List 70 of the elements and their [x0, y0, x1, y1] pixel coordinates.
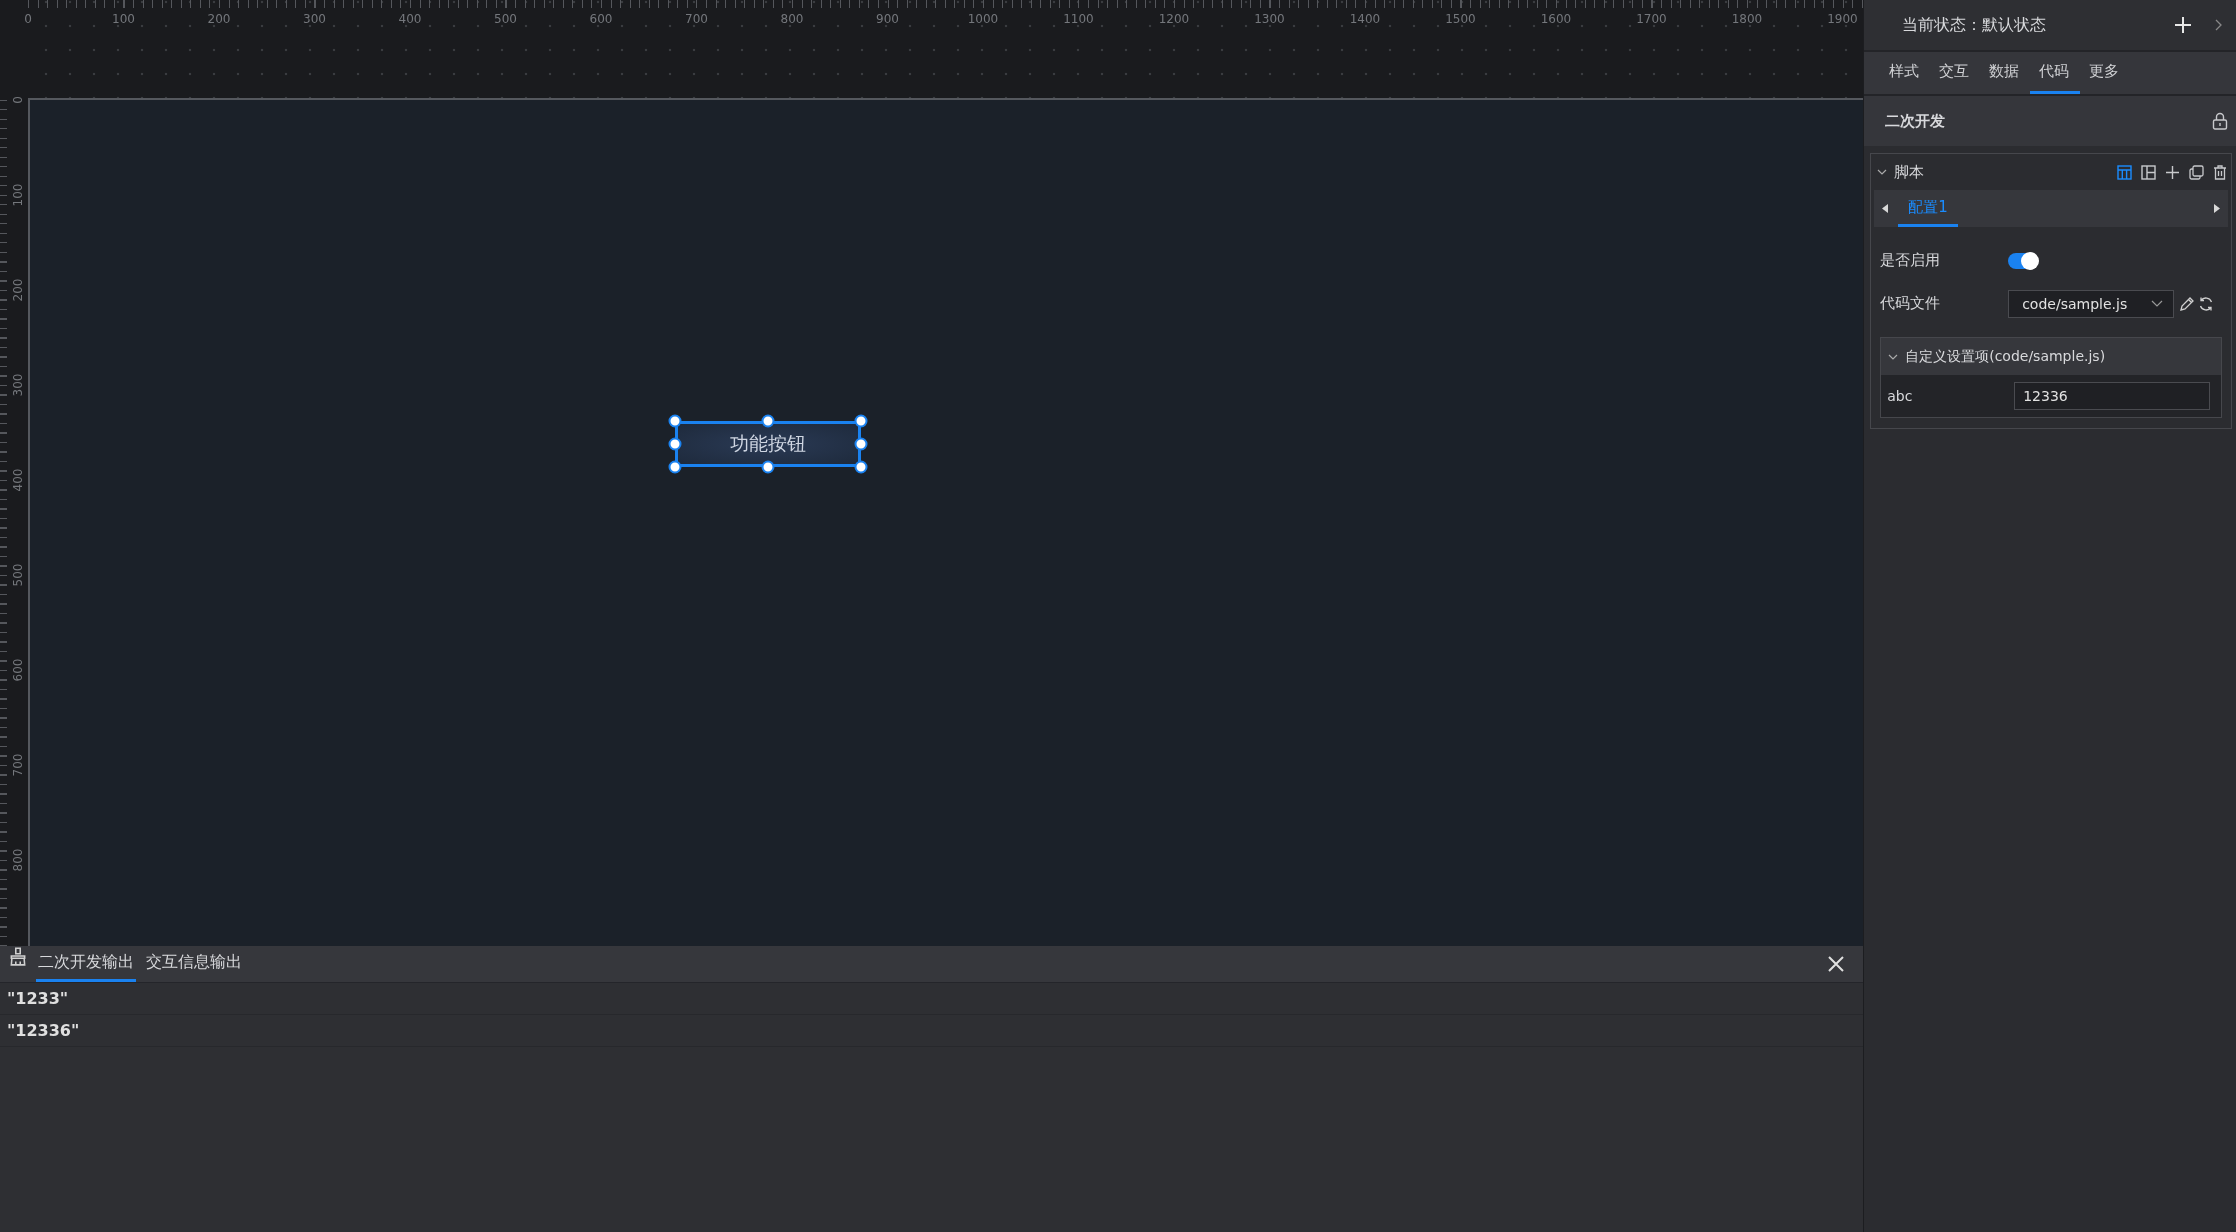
inspector-tab[interactable]: 更多 — [2080, 52, 2131, 94]
ruler-label: 1100 — [1063, 12, 1094, 26]
state-label: 当前状态：默认状态 — [1902, 14, 2048, 36]
table-layout-icon[interactable] — [2117, 164, 2132, 180]
ruler-label: 300 — [11, 373, 25, 397]
ruler-label: 700 — [685, 12, 708, 26]
ruler-label: 1600 — [1540, 12, 1572, 26]
section-title: 二次开发 — [1885, 111, 1946, 131]
copy-icon[interactable] — [2189, 164, 2204, 180]
ruler-label: 100 — [11, 183, 25, 207]
add-icon[interactable] — [2174, 16, 2192, 34]
ruler-label: 400 — [11, 468, 25, 492]
output-tab[interactable]: 交互信息输出 — [144, 946, 244, 982]
ruler-label: 200 — [11, 278, 25, 302]
trash-icon[interactable] — [2213, 164, 2227, 180]
input-field[interactable]: 12336 — [2014, 382, 2211, 410]
ruler-label: 100 — [112, 12, 135, 26]
resize-handle[interactable] — [854, 414, 868, 428]
panel-layout-icon[interactable] — [2141, 164, 2156, 180]
ruler-label: 1700 — [1636, 12, 1667, 26]
ruler-label: 1800 — [1731, 12, 1763, 26]
ruler-label: 200 — [207, 12, 231, 26]
scroll-left-icon[interactable] — [1882, 204, 1889, 213]
ruler-label: 900 — [876, 12, 899, 26]
ruler-label: 500 — [494, 12, 517, 26]
inspector-tab[interactable]: 数据 — [1980, 52, 2031, 94]
refresh-icon[interactable] — [2198, 295, 2215, 312]
ruler-label: 600 — [589, 12, 613, 26]
ruler-label: 600 — [11, 658, 25, 682]
scroll-right-icon[interactable] — [2214, 204, 2220, 213]
resize-handle[interactable] — [761, 414, 775, 428]
ruler-label: 1000 — [967, 12, 999, 26]
close-button[interactable] — [1827, 955, 1846, 973]
ruler-label: 1900 — [1827, 12, 1858, 26]
log-line: "12336" — [7, 1021, 80, 1040]
ruler-label: 1400 — [1349, 12, 1381, 26]
output-tab[interactable]: 二次开发输出 — [36, 946, 136, 982]
resize-handle[interactable] — [668, 414, 682, 428]
field-label: abc — [1887, 388, 1914, 404]
ruler-label: 0 — [24, 12, 32, 26]
ruler-label: 700 — [11, 753, 25, 777]
resize-handle[interactable] — [854, 460, 868, 474]
ruler-label: 0 — [11, 96, 25, 104]
ruler-label: 400 — [398, 12, 422, 26]
resize-handle[interactable] — [668, 460, 682, 474]
function-button[interactable]: 功能按钮 — [675, 421, 861, 467]
code-file-dropdown[interactable]: code/sample.js — [2008, 289, 2175, 318]
brush-icon[interactable] — [8, 946, 28, 966]
chevron-down-icon[interactable] — [2151, 299, 2164, 308]
field-label: 是否启用 — [1880, 251, 1942, 270]
resize-handle[interactable] — [668, 437, 682, 451]
ruler-label: 800 — [11, 848, 25, 872]
subsection-title: 自定义设置项(code/sample.js) — [1905, 347, 2106, 366]
script-title: 脚本 — [1894, 162, 1926, 182]
ruler-label: 800 — [780, 12, 804, 26]
pencil-icon[interactable] — [2179, 295, 2196, 312]
ruler-label: 300 — [303, 12, 326, 26]
ruler-label: 500 — [11, 563, 25, 587]
chevron-right-icon[interactable] — [2214, 19, 2222, 31]
ruler-label: 1300 — [1254, 12, 1285, 26]
ruler-label: 1200 — [1158, 12, 1190, 26]
enable-toggle[interactable] — [2008, 252, 2039, 269]
config-tab[interactable]: 配置1 — [1898, 190, 1958, 227]
ruler-label: 1500 — [1445, 12, 1476, 26]
lock-icon[interactable] — [2212, 112, 2228, 130]
inspector-tab[interactable]: 样式 — [1880, 52, 1931, 94]
inspector-tab[interactable]: 交互 — [1930, 52, 1981, 94]
add-icon[interactable] — [2165, 164, 2180, 180]
field-label: 代码文件 — [1880, 294, 1942, 313]
log-line: "1233" — [7, 989, 69, 1008]
